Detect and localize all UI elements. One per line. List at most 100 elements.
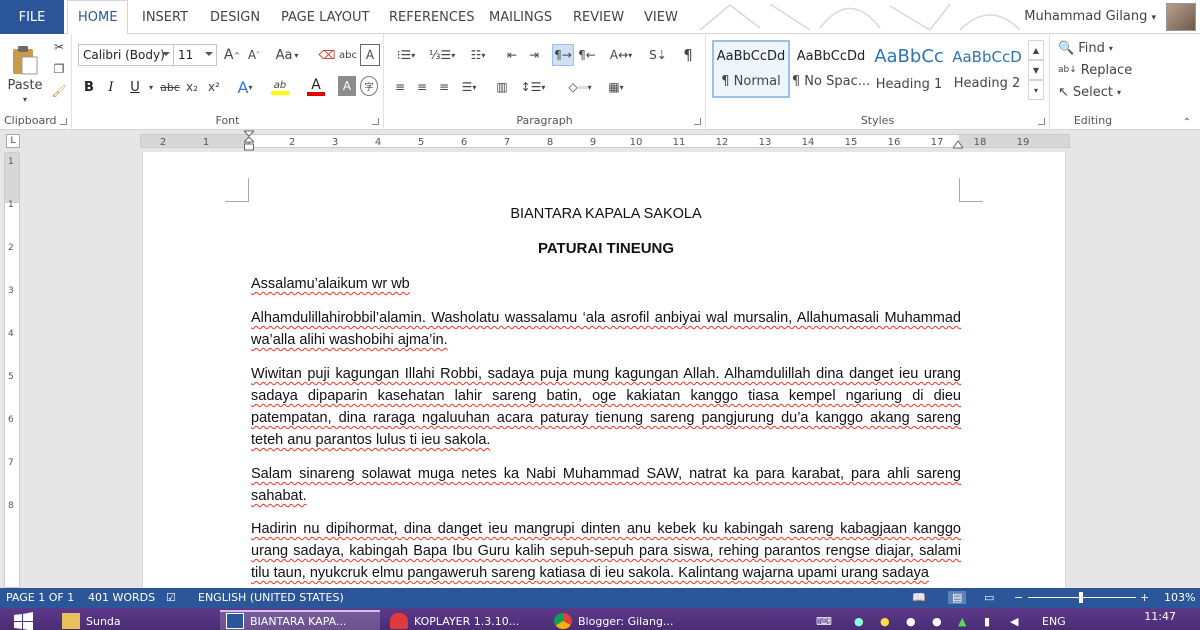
underline-button[interactable]: U: [124, 76, 146, 98]
tray-icon-5[interactable]: ▲: [952, 610, 976, 630]
subscript-button[interactable]: x₂: [182, 76, 202, 98]
align-left-button[interactable]: ≡: [390, 76, 410, 98]
input-language[interactable]: ENG: [1036, 610, 1076, 630]
cut-icon[interactable]: ✂: [50, 38, 68, 56]
tab-references[interactable]: REFERENCES: [389, 0, 474, 34]
tab-design[interactable]: DESIGN: [210, 0, 260, 34]
user-name[interactable]: Muhammad Gilang ▾: [1024, 9, 1156, 24]
start-button[interactable]: [4, 610, 50, 630]
underline-dropdown-icon[interactable]: ▾: [146, 76, 156, 98]
align-right-button[interactable]: ≡: [434, 76, 454, 98]
phonetic-guide-icon[interactable]: abc: [338, 44, 358, 66]
paste-button[interactable]: Paste ▾: [6, 38, 44, 110]
styles-scroll-down-icon[interactable]: ▼: [1028, 60, 1044, 80]
indent-marker-icon[interactable]: [242, 130, 256, 152]
keyboard-icon[interactable]: ⌨: [810, 610, 844, 630]
replace-button[interactable]: ab↓ Replace: [1058, 60, 1134, 80]
clipboard-dialog-launcher[interactable]: [60, 118, 67, 125]
decrease-indent-button[interactable]: ⇤: [502, 44, 522, 66]
tab-review[interactable]: REVIEW: [573, 0, 624, 34]
shrink-font-button[interactable]: Aˇ: [244, 44, 264, 66]
format-painter-icon[interactable]: 🖌: [50, 82, 68, 100]
doc-heading[interactable]: PATURAI TINEUNG: [251, 238, 961, 260]
grow-font-button[interactable]: A ^: [222, 44, 242, 66]
text-effects-button[interactable]: A ▾: [232, 76, 258, 98]
line-spacing-button[interactable]: ↕☰ ▾: [516, 76, 550, 98]
taskbar-item-explorer[interactable]: Sunda: [56, 610, 216, 630]
borders-button[interactable]: ▦ ▾: [600, 76, 632, 98]
style-normal[interactable]: AaBbCcDd ¶ Normal: [712, 40, 790, 98]
styles-more-icon[interactable]: ▾: [1028, 80, 1044, 100]
document-canvas[interactable]: BIANTARA KAPALA SAKOLA PATURAI TINEUNG A…: [24, 152, 1200, 588]
font-name-select[interactable]: Calibri (Body): [78, 44, 174, 66]
tab-insert[interactable]: INSERT: [142, 0, 188, 34]
find-button[interactable]: 🔍 Find ▾: [1058, 38, 1128, 58]
paragraph-dialog-launcher[interactable]: [694, 118, 701, 125]
doc-paragraph-3[interactable]: Salam sinareng solawat muga netes ka Nab…: [251, 463, 961, 507]
vertical-ruler[interactable]: 1 1 2 3 4 5 6 7 8: [4, 152, 20, 588]
asian-layout-button[interactable]: A↔ ▾: [606, 44, 636, 66]
styles-scroll-up-icon[interactable]: ▲: [1028, 40, 1044, 60]
tray-icon-3[interactable]: ●: [900, 610, 924, 630]
font-size-select[interactable]: 11: [173, 44, 217, 66]
read-mode-icon[interactable]: 📖: [912, 591, 926, 604]
taskbar-item-koplayer[interactable]: KOPLAYER 1.3.10...: [384, 610, 544, 630]
taskbar-clock[interactable]: 11:47: [1144, 610, 1176, 623]
proofing-icon[interactable]: ☑: [166, 591, 176, 604]
change-case-button[interactable]: Aa ▾: [272, 44, 302, 66]
doc-title[interactable]: BIANTARA KAPALA SAKOLA: [251, 203, 961, 225]
tray-icon-2[interactable]: ●: [874, 610, 898, 630]
style-heading-2[interactable]: AaBbCcD Heading 2: [948, 40, 1026, 98]
zoom-out-button[interactable]: −: [1014, 591, 1023, 604]
network-icon[interactable]: ▮: [978, 610, 1002, 630]
doc-greeting[interactable]: Assalamu’alaikum wr wb: [251, 273, 961, 295]
shading-button[interactable]: ◇ ▾: [564, 76, 596, 98]
print-layout-icon[interactable]: ▤: [948, 591, 967, 604]
superscript-button[interactable]: x²: [204, 76, 224, 98]
ltr-text-direction-button[interactable]: ¶→: [552, 44, 574, 66]
tab-page-layout[interactable]: PAGE LAYOUT: [281, 0, 369, 34]
font-color-button[interactable]: A: [302, 76, 330, 98]
tab-mailings[interactable]: MAILINGS: [489, 0, 552, 34]
distributed-button[interactable]: ▥: [492, 76, 512, 98]
document-page[interactable]: BIANTARA KAPALA SAKOLA PATURAI TINEUNG A…: [142, 152, 1066, 588]
tab-file[interactable]: FILE: [0, 0, 64, 34]
character-border-icon[interactable]: A: [360, 44, 380, 66]
numbering-button[interactable]: ⅓☰ ▾: [426, 44, 458, 66]
rtl-text-direction-button[interactable]: ¶←: [576, 44, 598, 66]
justify-button[interactable]: ☰ ▾: [456, 76, 482, 98]
zoom-in-button[interactable]: +: [1140, 591, 1149, 604]
doc-paragraph-4[interactable]: Hadirin nu dipihormat, dina danget ieu m…: [251, 518, 961, 584]
right-indent-marker-icon[interactable]: [952, 138, 964, 150]
show-formatting-button[interactable]: ¶: [678, 44, 698, 66]
language-indicator[interactable]: ENGLISH (UNITED STATES): [198, 591, 344, 604]
increase-indent-button[interactable]: ⇥: [524, 44, 544, 66]
tab-home[interactable]: HOME: [67, 0, 129, 35]
bold-button[interactable]: B: [80, 76, 98, 98]
style-heading-1[interactable]: AaBbCc Heading 1: [870, 40, 948, 98]
taskbar-item-chrome[interactable]: Blogger: Gilang...: [548, 610, 708, 630]
tray-icon-4[interactable]: ●: [926, 610, 950, 630]
web-layout-icon[interactable]: ▭: [984, 591, 994, 604]
taskbar-item-word[interactable]: BIANTARA KAPA...: [220, 610, 380, 630]
character-shading-button[interactable]: A: [338, 76, 356, 96]
font-dialog-launcher[interactable]: [372, 118, 379, 125]
strikethrough-button[interactable]: abc: [158, 76, 182, 98]
highlight-color-button[interactable]: ab: [266, 76, 294, 98]
copy-icon[interactable]: ❐: [50, 60, 68, 78]
bullets-button[interactable]: ⁝☰ ▾: [390, 44, 422, 66]
zoom-slider-thumb[interactable]: [1079, 592, 1083, 603]
volume-icon[interactable]: ◀: [1004, 610, 1028, 630]
style-no-spacing[interactable]: AaBbCcDd ¶ No Spac...: [792, 40, 870, 98]
clear-formatting-icon[interactable]: ⌫: [316, 44, 338, 66]
word-count[interactable]: 401 WORDS: [88, 591, 155, 604]
zoom-level[interactable]: 103%: [1164, 591, 1195, 604]
styles-dialog-launcher[interactable]: [1038, 118, 1045, 125]
user-avatar[interactable]: [1166, 3, 1196, 31]
doc-paragraph-1[interactable]: Alhamdulillahirobbil’alamin. Washolatu w…: [251, 307, 961, 351]
sort-button[interactable]: S⇣: [646, 44, 670, 66]
align-center-button[interactable]: ≡: [412, 76, 432, 98]
ruler-bar[interactable]: 2112345678910111213141516171819: [140, 134, 1070, 148]
tab-selector-icon[interactable]: L: [6, 134, 20, 148]
italic-button[interactable]: I: [102, 76, 120, 98]
